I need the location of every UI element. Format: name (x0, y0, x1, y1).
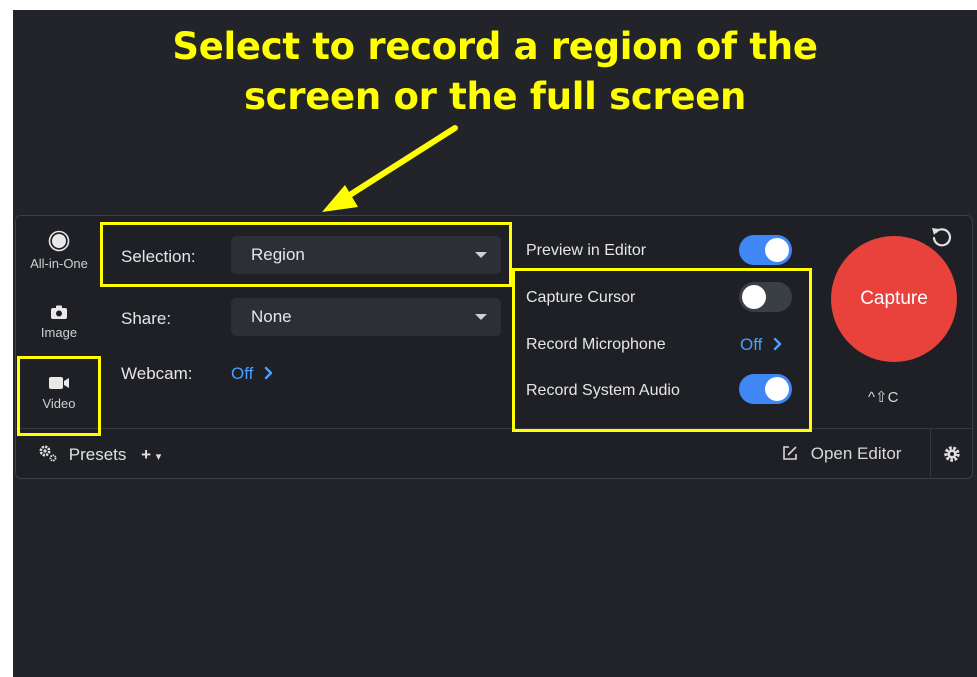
mode-all-in-one[interactable]: All-in-One (16, 222, 102, 292)
mode-image[interactable]: Image (16, 292, 102, 362)
preview-in-editor-toggle[interactable] (739, 235, 792, 265)
open-editor-button[interactable]: Open Editor (782, 444, 901, 464)
share-label: Share: (121, 309, 172, 328)
selection-highlight-box (100, 222, 512, 287)
presets-menu[interactable]: Presets + ▾ (38, 444, 161, 465)
share-value: None (251, 307, 292, 326)
webcam-value: Off (231, 364, 254, 383)
presets-label: Presets (68, 445, 127, 464)
dropdown-caret-icon (475, 314, 487, 320)
video-mode-highlight-box (17, 356, 101, 436)
footer-divider (930, 429, 931, 479)
capture-shortcut: ^⇧C (868, 389, 899, 406)
annotation-line-2: screen or the full screen (243, 75, 747, 118)
record-circle-icon (48, 230, 70, 252)
preview-in-editor-label: Preview in Editor (526, 242, 647, 259)
webcam-toggle-link[interactable]: Off (231, 364, 274, 384)
capture-button[interactable]: Capture (831, 236, 957, 362)
gear-icon[interactable] (943, 445, 961, 463)
webcam-label: Webcam: (121, 364, 193, 383)
open-editor-label: Open Editor (810, 444, 902, 463)
mode-label: Image (40, 325, 78, 340)
edit-icon (783, 446, 797, 460)
annotation-line-1: Select to record a region of the (172, 25, 818, 68)
chevron-right-icon (264, 366, 273, 380)
chevron-down-icon: ▾ (155, 451, 162, 463)
panel-footer: Presets + ▾ Open Editor (16, 428, 972, 479)
reset-icon[interactable] (929, 224, 955, 250)
annotation-heading: Select to record a region of the screen … (13, 22, 977, 122)
share-dropdown[interactable]: None (231, 298, 501, 336)
mode-label: All-in-One (30, 256, 88, 271)
add-preset-icon[interactable]: + (141, 445, 151, 464)
gears-icon (39, 445, 57, 462)
options-highlight-box (512, 268, 812, 432)
camera-icon (51, 305, 67, 319)
